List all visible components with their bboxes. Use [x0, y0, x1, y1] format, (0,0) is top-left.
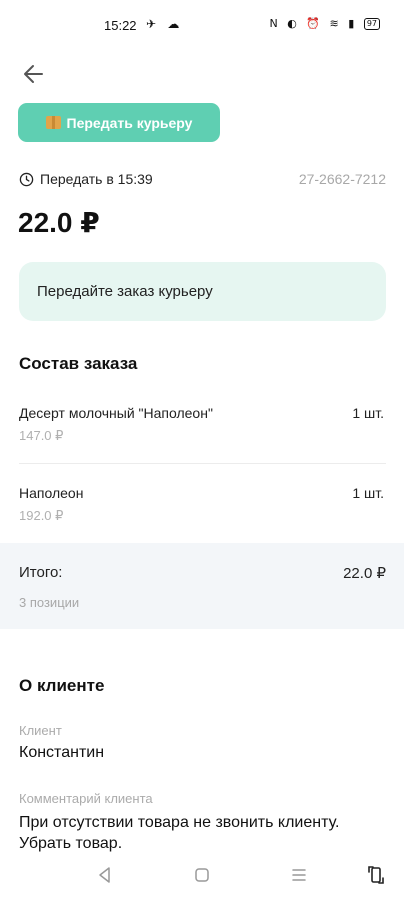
status-bar: 15:22 ✈ ☁ N ◐ ⏰ ≋ ▮ 97: [0, 0, 404, 48]
hint-text: Передайте заказ курьеру: [37, 283, 213, 300]
client-name-label: Клиент: [19, 723, 62, 738]
item-price: 147.0 ₽: [19, 428, 64, 443]
status-notification-icons: ✈ ☁: [146, 17, 184, 31]
nav-home-button[interactable]: [190, 863, 214, 887]
item-name: Десерт молочный "Наполеон": [19, 405, 213, 421]
alarm-icon: ⏰: [306, 17, 324, 30]
vibrate-icon: ◐: [287, 17, 300, 30]
battery-icon: 97: [363, 18, 380, 30]
deadline-text: Передать в 15:39: [40, 171, 153, 187]
rotate-screen-button[interactable]: [364, 863, 388, 887]
item-qty: 1 шт.: [352, 485, 384, 501]
hint-banner: Передайте заказ курьеру: [19, 262, 386, 321]
nav-menu-button[interactable]: [287, 863, 311, 887]
status-system-icons: N ◐ ⏰ ≋ ▮ 97: [269, 17, 380, 30]
item-price: 192.0 ₽: [19, 508, 64, 523]
nav-back-icon: [99, 867, 110, 883]
status-time: 15:22: [104, 18, 137, 33]
client-name: Константин: [19, 744, 105, 761]
back-button[interactable]: [20, 60, 48, 88]
nfc-icon: N: [269, 17, 281, 30]
item-name: Наполеон: [19, 485, 84, 501]
nav-rotate-icon: [368, 866, 384, 884]
pass-to-courier-label: Передать курьеру: [66, 114, 193, 131]
back-arrow-icon: [24, 65, 43, 83]
client-comment: При отсутствии товара не звонить клиенту…: [19, 814, 340, 852]
nav-back-button[interactable]: [93, 863, 117, 887]
order-total: 22.0 ₽: [18, 207, 100, 238]
clock-icon: [19, 172, 34, 186]
wifi-icon: ≋: [329, 17, 342, 30]
positions-count: 3 позиции: [19, 595, 80, 610]
order-id: 27-2662-7212: [298, 171, 386, 187]
nav-home-icon: [195, 868, 209, 882]
composition-title: Состав заказа: [19, 354, 138, 373]
pass-to-courier-button[interactable]: Передать курьеру: [18, 103, 220, 142]
system-nav-bar: [0, 855, 404, 900]
deadline-row: Передать в 15:39: [19, 171, 153, 187]
client-comment-label: Комментарий клиента: [19, 791, 153, 806]
box-icon: [45, 116, 61, 129]
total-label: Итого:: [19, 564, 63, 581]
item-qty: 1 шт.: [352, 405, 384, 421]
signal-icon: ▮: [348, 17, 358, 30]
order-summary-panel: Итого: 22.0 ₽ 3 позиции: [0, 543, 404, 629]
divider: [19, 463, 386, 464]
total-value: 22.0 ₽: [343, 565, 386, 582]
nav-menu-icon: [292, 869, 306, 881]
client-section-title: О клиенте: [19, 676, 105, 695]
